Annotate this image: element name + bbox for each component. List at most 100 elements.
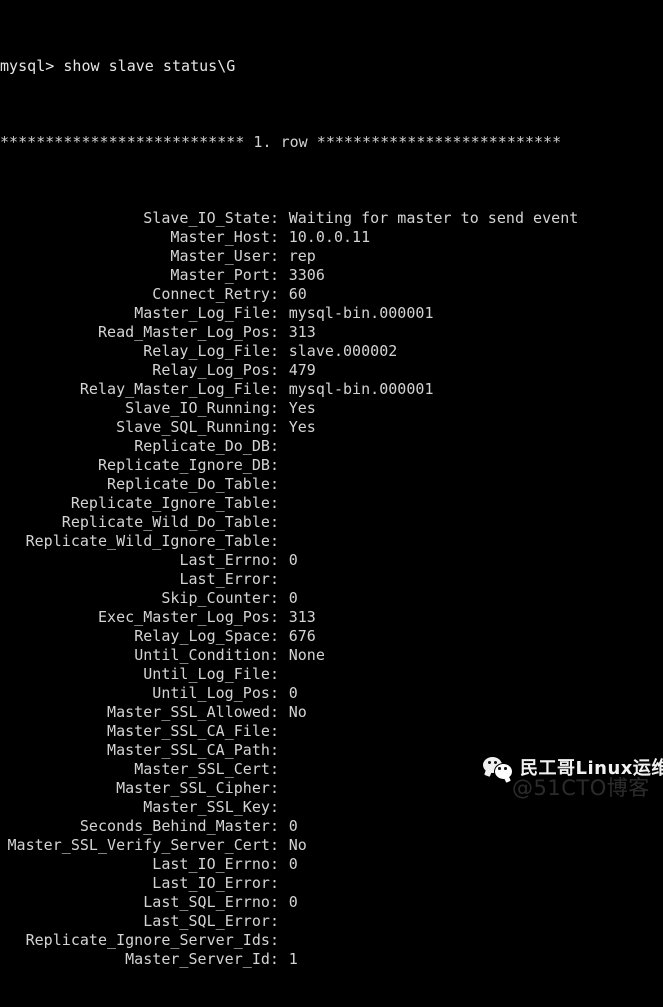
status-field-value: rep (288, 247, 316, 265)
status-field-label: Master_SSL_Cert: (134, 760, 279, 778)
status-field-label: Master_SSL_CA_File: (107, 722, 279, 740)
terminal-prompt-line: mysql> show slave status\G (0, 57, 236, 75)
status-field-label: Slave_IO_Running: (125, 399, 279, 417)
status-field-label: Last_Error: (179, 570, 279, 588)
status-field-row: Until_Condition: None (0, 646, 663, 665)
status-field-label: Master_Server_Id: (125, 950, 279, 968)
status-field-row: Until_Log_Pos: 0 (0, 684, 663, 703)
status-field-row: Last_IO_Error: (0, 874, 663, 893)
status-field-row: Master_SSL_Key: (0, 798, 663, 817)
status-field-label: Master_Host: (170, 228, 279, 246)
status-field-label: Replicate_Ignore_DB: (97, 456, 279, 474)
status-field-row: Master_SSL_CA_File: (0, 722, 663, 741)
status-field-row: Relay_Log_File: slave.000002 (0, 342, 663, 361)
status-field-label: Read_Master_Log_Pos: (97, 323, 279, 341)
status-field-row: Replicate_Do_Table: (0, 475, 663, 494)
status-field-row: Master_SSL_Cipher: (0, 779, 663, 798)
status-field-row: Read_Master_Log_Pos: 313 (0, 323, 663, 342)
status-field-row: Master_Host: 10.0.0.11 (0, 228, 663, 247)
status-field-row: Replicate_Ignore_DB: (0, 456, 663, 475)
status-field-row: Replicate_Wild_Ignore_Table: (0, 532, 663, 551)
wechat-icon (483, 755, 513, 780)
status-field-label: Master_SSL_Cipher: (116, 779, 279, 797)
status-field-row: Slave_IO_Running: Yes (0, 399, 663, 418)
status-field-label: Replicate_Ignore_Table: (70, 494, 279, 512)
status-field-label: Relay_Log_Pos: (152, 361, 279, 379)
status-field-value: mysql-bin.000001 (288, 380, 434, 398)
status-field-label: Connect_Retry: (152, 285, 279, 303)
brand-watermark: 民工哥Linux运维 (483, 754, 663, 780)
status-field-value: Yes (288, 418, 316, 436)
status-field-value: slave.000002 (288, 342, 398, 360)
slave-status-field-list: Slave_IO_State: Waiting for master to sen… (0, 209, 663, 969)
status-field-row: Until_Log_File: (0, 665, 663, 684)
status-field-value: Waiting for master to send event (288, 209, 579, 227)
status-field-label: Slave_SQL_Running: (116, 418, 279, 436)
status-field-value: 0 (288, 684, 298, 702)
status-field-value: mysql-bin.000001 (288, 304, 434, 322)
status-field-row: Master_User: rep (0, 247, 663, 266)
status-field-row: Last_Errno: 0 (0, 551, 663, 570)
status-field-value: 479 (288, 361, 316, 379)
status-field-row: Replicate_Do_DB: (0, 437, 663, 456)
status-field-value: 0 (288, 551, 298, 569)
status-field-row: Master_SSL_Verify_Server_Cert: No (0, 836, 663, 855)
terminal-window[interactable]: mysql> show slave status\G *************… (0, 0, 663, 968)
status-field-row: Slave_SQL_Running: Yes (0, 418, 663, 437)
row-separator-line: *************************** 1. row *****… (0, 133, 562, 151)
status-field-label: Replicate_Ignore_Server_Ids: (25, 931, 279, 949)
status-field-label: Last_IO_Error: (152, 874, 279, 892)
status-field-row: Skip_Counter: 0 (0, 589, 663, 608)
status-field-label: Until_Log_Pos: (152, 684, 279, 702)
brand-watermark-label: 民工哥Linux运维 (520, 758, 663, 779)
status-field-value: Yes (288, 399, 316, 417)
status-field-value: 3306 (288, 266, 325, 284)
status-field-row: Connect_Retry: 60 (0, 285, 663, 304)
status-field-label: Master_SSL_Key: (143, 798, 279, 816)
status-field-label: Replicate_Do_Table: (107, 475, 279, 493)
status-field-value: 676 (288, 627, 316, 645)
status-field-label: Skip_Counter: (161, 589, 279, 607)
status-field-row: Last_SQL_Errno: 0 (0, 893, 663, 912)
status-field-value: 313 (288, 608, 316, 626)
status-field-row: Master_Server_Id: 1 (0, 950, 663, 969)
status-field-value: 0 (288, 817, 298, 835)
status-field-value: 0 (288, 589, 298, 607)
status-field-label: Master_User: (170, 247, 279, 265)
status-field-value: 313 (288, 323, 316, 341)
status-field-row: Relay_Master_Log_File: mysql-bin.000001 (0, 380, 663, 399)
status-field-row: Replicate_Ignore_Server_Ids: (0, 931, 663, 950)
status-field-row: Master_Port: 3306 (0, 266, 663, 285)
status-field-label: Master_SSL_Allowed: (107, 703, 279, 721)
status-field-label: Replicate_Wild_Ignore_Table: (25, 532, 279, 550)
status-field-row: Replicate_Wild_Do_Table: (0, 513, 663, 532)
status-field-row: Relay_Log_Space: 676 (0, 627, 663, 646)
status-field-label: Relay_Master_Log_File: (79, 380, 279, 398)
status-field-row: Master_SSL_Allowed: No (0, 703, 663, 722)
status-field-label: Until_Log_File: (143, 665, 279, 683)
status-field-label: Relay_Log_File: (143, 342, 279, 360)
status-field-label: Seconds_Behind_Master: (79, 817, 279, 835)
status-field-label: Until_Condition: (134, 646, 279, 664)
status-field-value: 60 (288, 285, 307, 303)
status-field-value: 1 (288, 950, 298, 968)
status-field-row: Replicate_Ignore_Table: (0, 494, 663, 513)
status-field-value: No (288, 703, 307, 721)
status-field-row: Last_IO_Errno: 0 (0, 855, 663, 874)
status-field-label: Replicate_Do_DB: (134, 437, 279, 455)
status-field-row: Master_Log_File: mysql-bin.000001 (0, 304, 663, 323)
status-field-label: Last_IO_Errno: (152, 855, 279, 873)
status-field-label: Master_SSL_CA_Path: (107, 741, 279, 759)
status-field-label: Replicate_Wild_Do_Table: (61, 513, 279, 531)
status-field-label: Exec_Master_Log_Pos: (97, 608, 279, 626)
status-field-row: Relay_Log_Pos: 479 (0, 361, 663, 380)
status-field-label: Master_SSL_Verify_Server_Cert: (7, 836, 279, 854)
status-field-value: None (288, 646, 325, 664)
status-field-label: Last_Errno: (179, 551, 279, 569)
status-field-row: Seconds_Behind_Master: 0 (0, 817, 663, 836)
status-field-value: 0 (288, 893, 298, 911)
status-field-value: 10.0.0.11 (288, 228, 371, 246)
status-field-row: Exec_Master_Log_Pos: 313 (0, 608, 663, 627)
status-field-label: Master_Log_File: (134, 304, 279, 322)
status-field-label: Last_SQL_Error: (143, 912, 279, 930)
